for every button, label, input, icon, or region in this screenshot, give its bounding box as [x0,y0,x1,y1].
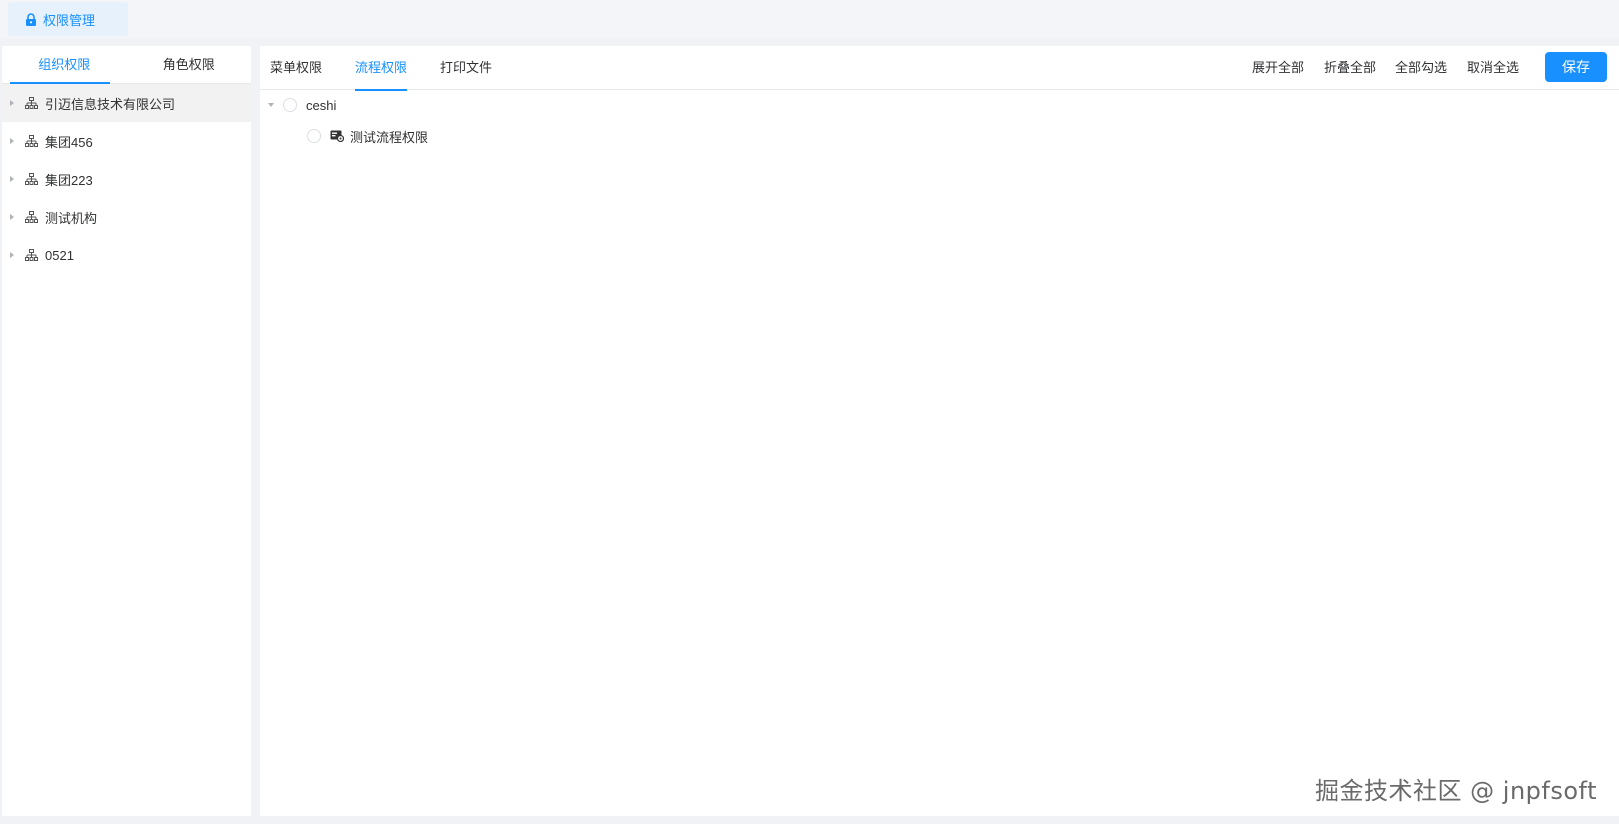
lock-icon [25,12,37,26]
tree-node-label: 测试流程权限 [350,129,429,145]
node-checkbox[interactable] [283,98,297,112]
flow-icon [330,130,344,142]
right-panel: 菜单权限 流程权限 打印文件 展开全部 折叠全部 全部勾选 取消全选 保存 ce… [260,46,1619,816]
collapse-all-button[interactable]: 折叠全部 [1324,46,1376,90]
org-node-label: 集团223 [45,172,93,188]
org-tree: 引迈信息技术有限公司 集团456 集团223 测试机构 0521 [2,84,251,274]
expand-caret-icon[interactable] [10,138,14,144]
org-chart-icon [25,211,38,223]
org-tree-node[interactable]: 集团456 [2,122,251,160]
org-tree-node[interactable]: 引迈信息技术有限公司 [2,84,251,122]
top-tab-bar: 权限管理 [0,0,1619,38]
org-node-label: 集团456 [45,134,93,150]
expand-caret-icon[interactable] [10,252,14,258]
org-node-label: 0521 [45,247,74,263]
org-tree-node[interactable]: 测试机构 [2,198,251,236]
org-chart-icon [25,97,38,109]
tab-role-permission[interactable]: 角色权限 [127,46,252,83]
expand-caret-icon[interactable] [10,100,14,106]
tab-org-permission[interactable]: 组织权限 [2,46,127,84]
left-panel: 组织权限 角色权限 引迈信息技术有限公司 集团456 集团223 测试机构 05… [2,46,251,816]
right-header: 菜单权限 流程权限 打印文件 展开全部 折叠全部 全部勾选 取消全选 保存 [260,46,1619,91]
tab-print-file[interactable]: 打印文件 [440,46,492,90]
org-chart-icon [25,173,38,185]
tab-permission-management[interactable]: 权限管理 [8,2,128,36]
tree-node-root[interactable]: ceshi [268,90,336,120]
left-tabs: 组织权限 角色权限 [2,46,251,84]
deselect-all-button[interactable]: 取消全选 [1467,46,1519,90]
tab-menu-permission[interactable]: 菜单权限 [270,46,322,90]
org-chart-icon [25,135,38,147]
select-all-button[interactable]: 全部勾选 [1395,46,1447,90]
org-node-label: 测试机构 [45,210,98,226]
node-checkbox[interactable] [307,129,321,143]
watermark: 掘金技术社区 @ jnpfsoft [1315,777,1597,805]
expand-caret-icon[interactable] [10,214,14,220]
save-button[interactable]: 保存 [1545,52,1607,82]
collapse-caret-icon[interactable] [268,103,274,107]
tab-flow-permission[interactable]: 流程权限 [355,46,408,91]
expand-caret-icon[interactable] [10,176,14,182]
expand-all-button[interactable]: 展开全部 [1252,46,1304,90]
tree-node-label: ceshi [306,97,337,113]
org-tree-node[interactable]: 0521 [2,236,251,274]
org-node-label: 引迈信息技术有限公司 [45,96,176,112]
tab-label: 权限管理 [43,12,96,28]
tree-node-child[interactable]: 测试流程权限 [307,121,428,151]
org-chart-icon [25,249,38,261]
org-tree-node[interactable]: 集团223 [2,160,251,198]
